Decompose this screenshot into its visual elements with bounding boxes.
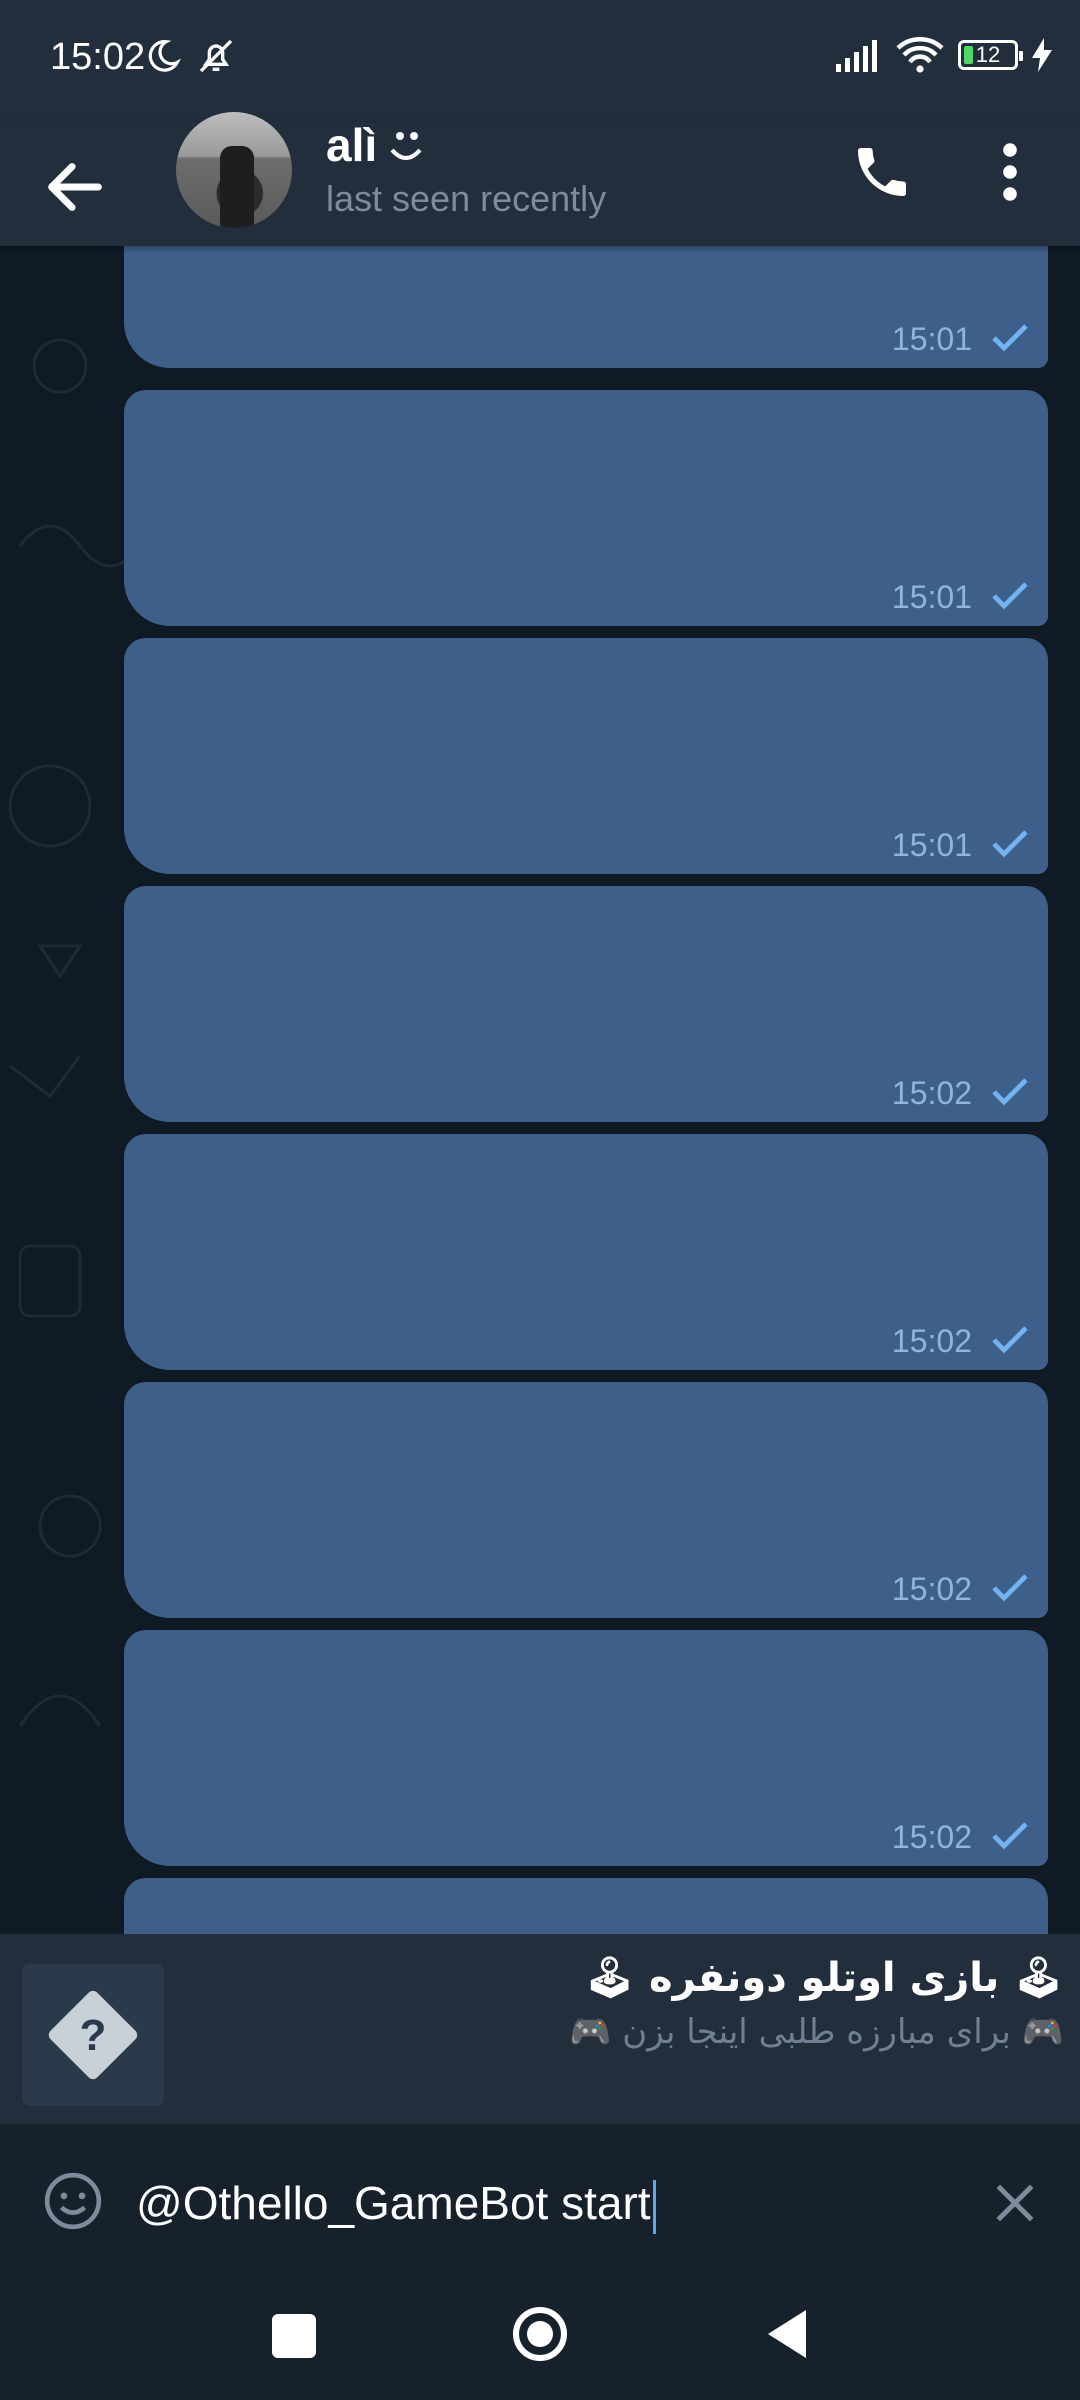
message-bubble[interactable]: 15:01: [124, 246, 1048, 368]
sent-check-icon: [992, 1574, 1028, 1602]
status-icons-right: 12: [834, 36, 1052, 74]
phone-call-icon[interactable]: [850, 140, 914, 204]
inline-bot-result[interactable]: ? 🕹 بازی اوتلو دونفره 🕹 🎮 برای مبارزه طل…: [0, 1934, 1080, 2124]
sent-check-icon: [992, 324, 1028, 352]
back-arrow-icon[interactable]: [40, 152, 110, 222]
status-icons-left: [144, 36, 236, 76]
message-bubble[interactable]: 15:02: [124, 886, 1048, 1122]
signal-icon: [836, 40, 877, 72]
nav-back-button[interactable]: [764, 2306, 810, 2362]
bell-off-icon: [199, 39, 233, 73]
status-time: 15:02: [50, 36, 146, 78]
close-icon[interactable]: [990, 2178, 1040, 2228]
question-diamond-icon: ?: [48, 1990, 138, 2080]
message-time: 15:02: [891, 1571, 972, 1607]
message-bubble[interactable]: 15:02: [124, 1382, 1048, 1618]
message-bubble-partial[interactable]: [124, 1878, 1048, 1934]
sent-check-icon: [992, 830, 1028, 858]
result-thumbnail: ?: [22, 1964, 164, 2106]
text-caret: [652, 2179, 656, 2234]
emoji-icon[interactable]: [42, 2170, 104, 2232]
system-nav-bar: [0, 2270, 1080, 2400]
message-bubble[interactable]: 15:02: [124, 1630, 1048, 1866]
more-options-icon[interactable]: [990, 140, 1030, 204]
message-bubble[interactable]: 15:01: [124, 390, 1048, 626]
message-time: 15:02: [891, 1075, 972, 1111]
sent-check-icon: [992, 1326, 1028, 1354]
home-button[interactable]: [510, 2304, 570, 2364]
message-bubble[interactable]: 15:01: [124, 638, 1048, 874]
chat-messages[interactable]: 15:01 15:01 15:01 15:02 15:02 15:02 15:0…: [0, 246, 1080, 1934]
message-time: 15:02: [891, 1323, 972, 1359]
smile-emoji-icon: [390, 132, 422, 160]
message-time: 15:01: [891, 579, 972, 615]
sent-check-icon: [992, 582, 1028, 610]
message-time: 15:02: [891, 1819, 972, 1855]
battery-level: 12: [975, 42, 1001, 67]
message-input[interactable]: @Othello_GameBot start: [136, 2168, 956, 2238]
message-input-text: @Othello_GameBot start: [136, 2177, 651, 2229]
message-composer: @Othello_GameBot start: [0, 2124, 1080, 2270]
sent-check-icon: [992, 1078, 1028, 1106]
wifi-icon: [896, 37, 944, 73]
message-bubble[interactable]: 15:02: [124, 1134, 1048, 1370]
contact-name[interactable]: alì: [326, 118, 377, 172]
moon-icon: [148, 40, 181, 72]
message-time: 15:01: [891, 827, 972, 863]
charging-icon: [1032, 38, 1052, 72]
result-description: 🎮 برای مبارزه طلبی اینجا بزن 🎮: [569, 2012, 1064, 2052]
recents-button[interactable]: [272, 2314, 316, 2358]
avatar[interactable]: [176, 112, 292, 228]
svg-text:?: ?: [80, 2011, 107, 2060]
message-time: 15:01: [891, 321, 972, 357]
sent-check-icon: [992, 1822, 1028, 1850]
contact-status: last seen recently: [326, 178, 607, 219]
battery-icon: 12: [958, 40, 1023, 70]
status-bar: 15:02 12: [0, 0, 1080, 122]
result-title: 🕹 بازی اوتلو دونفره 🕹: [584, 1955, 1064, 2001]
